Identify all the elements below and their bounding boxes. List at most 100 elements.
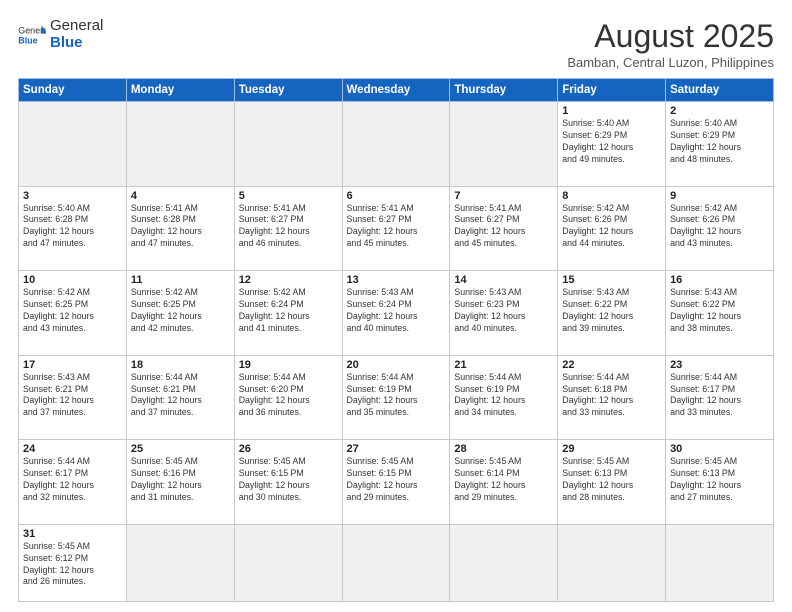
day-number: 15 bbox=[562, 274, 661, 286]
day-info: Sunrise: 5:45 AM Sunset: 6:14 PM Dayligh… bbox=[454, 456, 553, 504]
col-thursday: Thursday bbox=[450, 79, 558, 102]
logo-blue-text: Blue bbox=[50, 35, 103, 52]
day-info: Sunrise: 5:44 AM Sunset: 6:20 PM Dayligh… bbox=[239, 372, 338, 420]
table-row: 11Sunrise: 5:42 AM Sunset: 6:25 PM Dayli… bbox=[126, 271, 234, 356]
svg-text:Blue: Blue bbox=[18, 35, 37, 45]
day-info: Sunrise: 5:41 AM Sunset: 6:27 PM Dayligh… bbox=[454, 203, 553, 251]
day-number: 31 bbox=[23, 528, 122, 540]
table-row: 2Sunrise: 5:40 AM Sunset: 6:29 PM Daylig… bbox=[666, 102, 774, 187]
table-row: 30Sunrise: 5:45 AM Sunset: 6:13 PM Dayli… bbox=[666, 440, 774, 525]
day-number: 16 bbox=[670, 274, 769, 286]
day-number: 8 bbox=[562, 190, 661, 202]
table-row bbox=[234, 524, 342, 601]
day-info: Sunrise: 5:44 AM Sunset: 6:17 PM Dayligh… bbox=[670, 372, 769, 420]
day-info: Sunrise: 5:44 AM Sunset: 6:19 PM Dayligh… bbox=[347, 372, 446, 420]
day-number: 10 bbox=[23, 274, 122, 286]
day-number: 2 bbox=[670, 105, 769, 117]
day-number: 20 bbox=[347, 359, 446, 371]
col-sunday: Sunday bbox=[19, 79, 127, 102]
calendar-table: Sunday Monday Tuesday Wednesday Thursday… bbox=[18, 78, 774, 602]
day-info: Sunrise: 5:44 AM Sunset: 6:17 PM Dayligh… bbox=[23, 456, 122, 504]
col-saturday: Saturday bbox=[666, 79, 774, 102]
month-year: August 2025 bbox=[567, 18, 774, 55]
table-row bbox=[234, 102, 342, 187]
day-info: Sunrise: 5:45 AM Sunset: 6:13 PM Dayligh… bbox=[670, 456, 769, 504]
day-number: 24 bbox=[23, 443, 122, 455]
table-row bbox=[450, 102, 558, 187]
table-row bbox=[126, 102, 234, 187]
day-info: Sunrise: 5:43 AM Sunset: 6:22 PM Dayligh… bbox=[670, 287, 769, 335]
calendar-header-row: Sunday Monday Tuesday Wednesday Thursday… bbox=[19, 79, 774, 102]
day-number: 23 bbox=[670, 359, 769, 371]
day-number: 6 bbox=[347, 190, 446, 202]
table-row: 3Sunrise: 5:40 AM Sunset: 6:28 PM Daylig… bbox=[19, 186, 127, 271]
table-row: 22Sunrise: 5:44 AM Sunset: 6:18 PM Dayli… bbox=[558, 355, 666, 440]
day-number: 14 bbox=[454, 274, 553, 286]
table-row bbox=[342, 524, 450, 601]
table-row: 4Sunrise: 5:41 AM Sunset: 6:28 PM Daylig… bbox=[126, 186, 234, 271]
day-number: 25 bbox=[131, 443, 230, 455]
table-row: 29Sunrise: 5:45 AM Sunset: 6:13 PM Dayli… bbox=[558, 440, 666, 525]
table-row: 24Sunrise: 5:44 AM Sunset: 6:17 PM Dayli… bbox=[19, 440, 127, 525]
location: Bamban, Central Luzon, Philippines bbox=[567, 55, 774, 70]
table-row: 28Sunrise: 5:45 AM Sunset: 6:14 PM Dayli… bbox=[450, 440, 558, 525]
table-row bbox=[558, 524, 666, 601]
day-number: 19 bbox=[239, 359, 338, 371]
page: General Blue General Blue August 2025 Ba… bbox=[0, 0, 792, 612]
table-row: 15Sunrise: 5:43 AM Sunset: 6:22 PM Dayli… bbox=[558, 271, 666, 356]
day-number: 7 bbox=[454, 190, 553, 202]
day-number: 18 bbox=[131, 359, 230, 371]
day-info: Sunrise: 5:45 AM Sunset: 6:12 PM Dayligh… bbox=[23, 541, 122, 589]
table-row bbox=[342, 102, 450, 187]
day-info: Sunrise: 5:40 AM Sunset: 6:28 PM Dayligh… bbox=[23, 203, 122, 251]
table-row bbox=[450, 524, 558, 601]
day-number: 17 bbox=[23, 359, 122, 371]
day-info: Sunrise: 5:42 AM Sunset: 6:26 PM Dayligh… bbox=[670, 203, 769, 251]
generalblue-logo-icon: General Blue bbox=[18, 24, 46, 46]
day-info: Sunrise: 5:45 AM Sunset: 6:13 PM Dayligh… bbox=[562, 456, 661, 504]
table-row: 9Sunrise: 5:42 AM Sunset: 6:26 PM Daylig… bbox=[666, 186, 774, 271]
day-info: Sunrise: 5:42 AM Sunset: 6:24 PM Dayligh… bbox=[239, 287, 338, 335]
table-row: 6Sunrise: 5:41 AM Sunset: 6:27 PM Daylig… bbox=[342, 186, 450, 271]
table-row: 14Sunrise: 5:43 AM Sunset: 6:23 PM Dayli… bbox=[450, 271, 558, 356]
table-row bbox=[666, 524, 774, 601]
header: General Blue General Blue August 2025 Ba… bbox=[18, 18, 774, 70]
table-row: 8Sunrise: 5:42 AM Sunset: 6:26 PM Daylig… bbox=[558, 186, 666, 271]
logo: General Blue General Blue bbox=[18, 18, 103, 51]
day-info: Sunrise: 5:43 AM Sunset: 6:24 PM Dayligh… bbox=[347, 287, 446, 335]
table-row: 17Sunrise: 5:43 AM Sunset: 6:21 PM Dayli… bbox=[19, 355, 127, 440]
table-row: 16Sunrise: 5:43 AM Sunset: 6:22 PM Dayli… bbox=[666, 271, 774, 356]
table-row: 19Sunrise: 5:44 AM Sunset: 6:20 PM Dayli… bbox=[234, 355, 342, 440]
table-row: 18Sunrise: 5:44 AM Sunset: 6:21 PM Dayli… bbox=[126, 355, 234, 440]
day-info: Sunrise: 5:43 AM Sunset: 6:22 PM Dayligh… bbox=[562, 287, 661, 335]
col-wednesday: Wednesday bbox=[342, 79, 450, 102]
day-number: 26 bbox=[239, 443, 338, 455]
logo-general-text: General bbox=[50, 18, 103, 35]
table-row: 27Sunrise: 5:45 AM Sunset: 6:15 PM Dayli… bbox=[342, 440, 450, 525]
table-row: 23Sunrise: 5:44 AM Sunset: 6:17 PM Dayli… bbox=[666, 355, 774, 440]
day-info: Sunrise: 5:45 AM Sunset: 6:15 PM Dayligh… bbox=[239, 456, 338, 504]
day-number: 22 bbox=[562, 359, 661, 371]
day-info: Sunrise: 5:44 AM Sunset: 6:18 PM Dayligh… bbox=[562, 372, 661, 420]
table-row bbox=[126, 524, 234, 601]
day-number: 21 bbox=[454, 359, 553, 371]
day-number: 4 bbox=[131, 190, 230, 202]
col-tuesday: Tuesday bbox=[234, 79, 342, 102]
day-info: Sunrise: 5:42 AM Sunset: 6:25 PM Dayligh… bbox=[23, 287, 122, 335]
day-info: Sunrise: 5:43 AM Sunset: 6:21 PM Dayligh… bbox=[23, 372, 122, 420]
table-row: 25Sunrise: 5:45 AM Sunset: 6:16 PM Dayli… bbox=[126, 440, 234, 525]
table-row: 7Sunrise: 5:41 AM Sunset: 6:27 PM Daylig… bbox=[450, 186, 558, 271]
day-info: Sunrise: 5:44 AM Sunset: 6:21 PM Dayligh… bbox=[131, 372, 230, 420]
day-number: 29 bbox=[562, 443, 661, 455]
table-row: 31Sunrise: 5:45 AM Sunset: 6:12 PM Dayli… bbox=[19, 524, 127, 601]
day-number: 27 bbox=[347, 443, 446, 455]
day-info: Sunrise: 5:41 AM Sunset: 6:27 PM Dayligh… bbox=[347, 203, 446, 251]
day-number: 12 bbox=[239, 274, 338, 286]
table-row: 1Sunrise: 5:40 AM Sunset: 6:29 PM Daylig… bbox=[558, 102, 666, 187]
day-info: Sunrise: 5:42 AM Sunset: 6:26 PM Dayligh… bbox=[562, 203, 661, 251]
day-info: Sunrise: 5:42 AM Sunset: 6:25 PM Dayligh… bbox=[131, 287, 230, 335]
table-row: 12Sunrise: 5:42 AM Sunset: 6:24 PM Dayli… bbox=[234, 271, 342, 356]
day-number: 13 bbox=[347, 274, 446, 286]
day-number: 28 bbox=[454, 443, 553, 455]
table-row: 21Sunrise: 5:44 AM Sunset: 6:19 PM Dayli… bbox=[450, 355, 558, 440]
